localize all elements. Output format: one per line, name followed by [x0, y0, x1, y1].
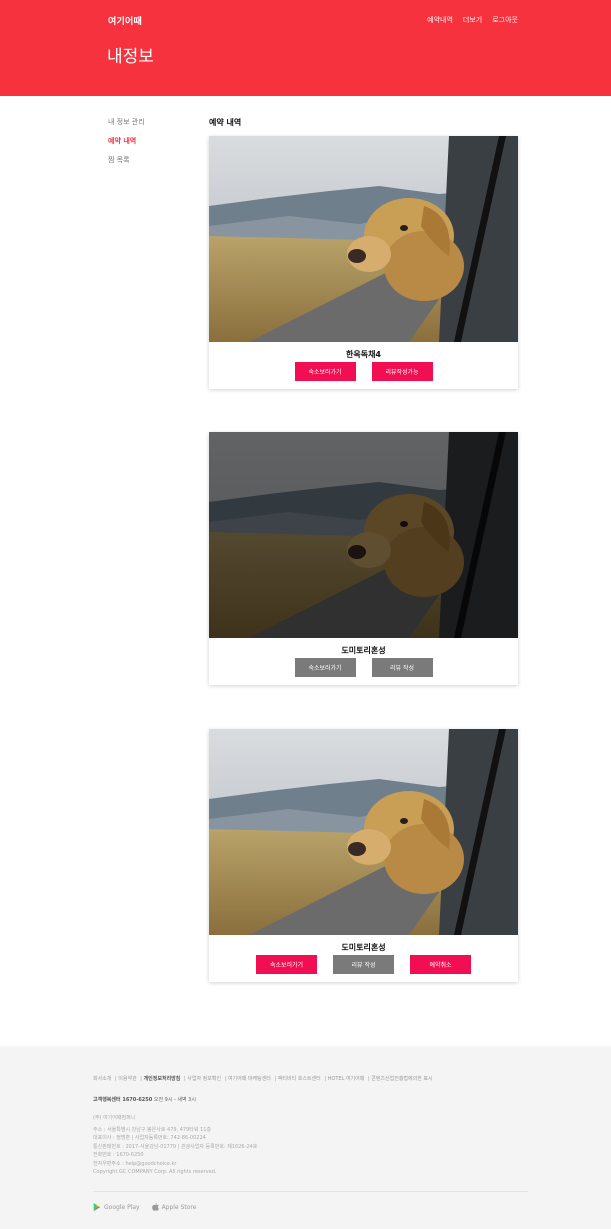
top-nav: 예약내역 더보기 로그아웃: [427, 15, 518, 25]
photo-dim-overlay: [209, 432, 518, 638]
cancel-reservation-button[interactable]: 예약취소: [410, 955, 471, 974]
footer-link-about[interactable]: 회사소개: [93, 1076, 111, 1082]
cs-hours: 오전 9시 - 새벽 3시: [153, 1097, 196, 1103]
footer-links: 회사소개 | 이용약관 | 개인정보처리방침 | 사업자 정보확인 | 여기어때…: [93, 1076, 433, 1082]
view-accommodation-button[interactable]: 숙소보러가기: [256, 955, 317, 974]
footer-divider: [93, 1191, 528, 1192]
footer-link-hotel[interactable]: HOTEL 여기어때: [328, 1076, 365, 1082]
cs-phone: 고객행복센터 1670-6250: [93, 1097, 153, 1103]
company-line: (주) 여기어때컴퍼니: [93, 1115, 136, 1121]
footer-link-content-law[interactable]: 콘텐츠산업진흥법에의한 표시: [371, 1076, 432, 1082]
company-line: Copyright GC COMPANY Corp. All rights re…: [93, 1169, 217, 1175]
page-title: 내정보: [107, 47, 154, 67]
footer-link-activity-host[interactable]: 액티비티 호스트센터: [278, 1076, 321, 1082]
apple-icon: [151, 1203, 159, 1211]
google-play-label: Google Play: [104, 1203, 140, 1211]
google-play-link[interactable]: Google Play: [93, 1203, 140, 1211]
card-actions: 숙소보러가기 리뷰 작성 예약취소: [209, 955, 518, 974]
company-line: 대표이사 : 정명훈 | 사업자등록번호: 742-86-00224: [93, 1135, 206, 1141]
google-play-icon: [93, 1203, 101, 1211]
footer-link-terms[interactable]: 이용약관: [118, 1076, 136, 1082]
footer-link-marketing[interactable]: 여기어때 마케팅센터: [228, 1076, 271, 1082]
header: 여기어때 예약내역 더보기 로그아웃 내정보: [0, 0, 611, 96]
company-info: (주) 여기어때컴퍼니 주소 : 서울특별시 강남구 봉은사로 479, 479…: [93, 1114, 257, 1177]
reservation-card: 한옥독채4 숙소보러가기 리뷰작성가능: [209, 136, 518, 389]
company-line: 전화번호 : 1670-6250: [93, 1152, 144, 1158]
accommodation-photo[interactable]: [209, 136, 518, 342]
footer-link-business-info[interactable]: 사업자 정보확인: [187, 1076, 221, 1082]
nav-logout[interactable]: 로그아웃: [492, 15, 518, 25]
apple-store-link[interactable]: Apple Store: [151, 1203, 197, 1211]
app-links: Google Play Apple Store: [93, 1203, 196, 1211]
company-line: 전자우편주소 : help@goodchoice.kr: [93, 1160, 177, 1167]
logo[interactable]: 여기어때: [108, 14, 142, 27]
nav-more[interactable]: 더보기: [463, 15, 482, 25]
customer-service: 고객행복센터 1670-6250 오전 9시 - 새벽 3시: [93, 1096, 196, 1103]
sidebar-item-my-info[interactable]: 내 정보 관리: [108, 118, 188, 137]
accommodation-name: 도미토리혼성: [341, 943, 386, 952]
view-accommodation-button[interactable]: 숙소보러가기: [294, 658, 356, 677]
nav-reservations[interactable]: 예약내역: [427, 15, 453, 25]
view-accommodation-button[interactable]: 숙소보러가기: [294, 362, 356, 381]
footer-link-privacy[interactable]: 개인정보처리방침: [144, 1076, 181, 1082]
company-line: 통신판매번호 : 2017-서울강남-01779 | 관광사업자 등록번호: 제…: [93, 1143, 258, 1150]
sidebar-item-wishlist[interactable]: 찜 목록: [108, 156, 188, 175]
company-line: 주소 : 서울특별시 강남구 봉은사로 479, 479타워 11층: [93, 1126, 212, 1133]
write-review-button[interactable]: 리뷰 작성: [371, 658, 433, 677]
write-review-button[interactable]: 리뷰작성가능: [371, 362, 433, 381]
section-title: 예약 내역: [209, 118, 242, 127]
sidebar-item-reservations[interactable]: 예약 내역: [108, 137, 188, 156]
reservation-card: 도미토리혼성 숙소보러가기 리뷰 작성 예약취소: [209, 729, 518, 982]
card-actions: 숙소보러가기 리뷰 작성: [209, 658, 518, 677]
write-review-button[interactable]: 리뷰 작성: [333, 955, 394, 974]
footer: 회사소개 | 이용약관 | 개인정보처리방침 | 사업자 정보확인 | 여기어때…: [0, 1046, 611, 1229]
apple-store-label: Apple Store: [161, 1203, 197, 1211]
accommodation-name: 도미토리혼성: [341, 646, 386, 655]
reservation-card: 도미토리혼성 숙소보러가기 리뷰 작성: [209, 432, 518, 685]
sidebar: 내 정보 관리 예약 내역 찜 목록: [108, 118, 188, 175]
accommodation-name: 한옥독채4: [345, 350, 381, 359]
card-actions: 숙소보러가기 리뷰작성가능: [209, 362, 518, 381]
accommodation-photo[interactable]: [209, 729, 518, 935]
